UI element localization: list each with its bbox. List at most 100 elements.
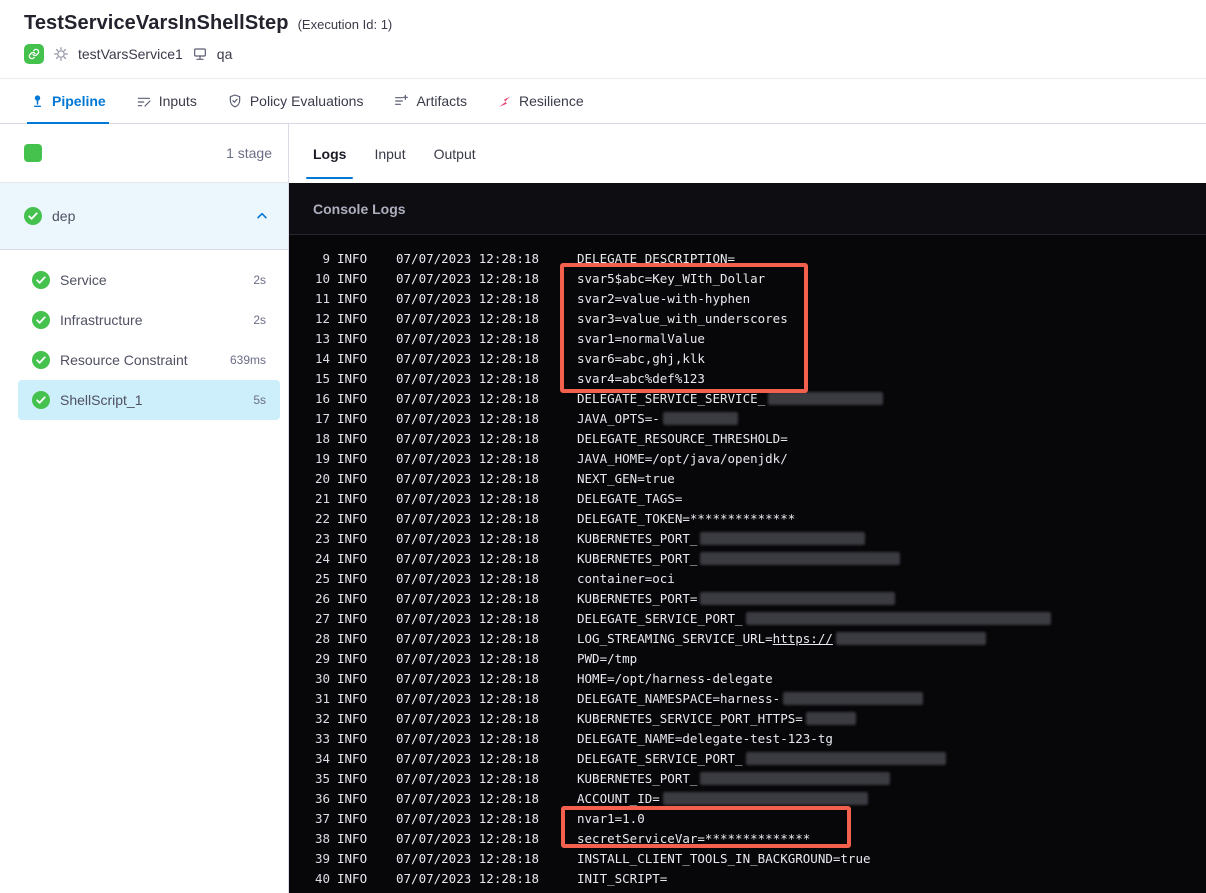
log-level: INFO: [337, 310, 368, 326]
service-name[interactable]: testVarsService1: [78, 46, 183, 62]
log-timestamp: 07/07/2023 12:28:18: [396, 650, 539, 666]
stage-count-label: 1 stage: [226, 145, 272, 161]
redacted-text: [700, 551, 901, 565]
log-line: 35 INFO 07/07/2023 12:28:18 KUBERNETES_P…: [289, 768, 1206, 788]
log-line-number: 34: [314, 750, 330, 766]
log-line: 24 INFO 07/07/2023 12:28:18 KUBERNETES_P…: [289, 548, 1206, 568]
tab-inputs[interactable]: Inputs: [136, 79, 197, 123]
console-logs-title: Console Logs: [313, 200, 406, 217]
log-line: 12 INFO 07/07/2023 12:28:18 svar3=value_…: [289, 308, 1206, 328]
tab-artifacts[interactable]: Artifacts: [393, 79, 467, 123]
log-line: 15 INFO 07/07/2023 12:28:18 svar4=abc%de…: [289, 368, 1206, 388]
log-level: INFO: [337, 850, 368, 866]
stage-summary-row[interactable]: 1 stage: [0, 124, 288, 183]
log-level: INFO: [337, 570, 368, 586]
tab-output-label: Output: [433, 145, 476, 162]
log-line-number: 17: [314, 410, 330, 426]
console-log-list[interactable]: 9 INFO 07/07/2023 12:28:18 DELEGATE_DESC…: [289, 235, 1206, 893]
log-url-link[interactable]: https://: [773, 631, 833, 646]
stage-group-name: dep: [52, 208, 76, 224]
environment-name[interactable]: qa: [217, 46, 233, 62]
log-message: KUBERNETES_PORT_: [577, 531, 1206, 546]
log-line-number: 35: [314, 770, 330, 786]
log-line: 37 INFO 07/07/2023 12:28:18 nvar1=1.0: [289, 808, 1206, 828]
log-message: DELEGATE_TOKEN=**************: [577, 510, 796, 526]
log-line: 23 INFO 07/07/2023 12:28:18 KUBERNETES_P…: [289, 528, 1206, 548]
execution-header: TestServiceVarsInShellStep (Execution Id…: [0, 0, 1206, 79]
log-message: JAVA_OPTS=-: [577, 411, 1206, 426]
log-line-number: 15: [314, 370, 330, 386]
log-level: INFO: [337, 290, 368, 306]
log-level: INFO: [337, 550, 368, 566]
log-line: 19 INFO 07/07/2023 12:28:18 JAVA_HOME=/o…: [289, 448, 1206, 468]
tab-logs[interactable]: Logs: [305, 124, 355, 183]
log-level: INFO: [337, 630, 368, 646]
log-line-number: 37: [314, 810, 330, 826]
log-line-number: 29: [314, 650, 330, 666]
pipeline-icon: [34, 94, 41, 107]
log-timestamp: 07/07/2023 12:28:18: [396, 570, 539, 586]
log-line-number: 18: [314, 430, 330, 446]
log-line: 30 INFO 07/07/2023 12:28:18 HOME=/opt/ha…: [289, 668, 1206, 688]
log-level: INFO: [337, 270, 368, 286]
tab-resilience[interactable]: Resilience: [497, 79, 584, 123]
log-message: svar2=value-with-hyphen: [577, 290, 751, 306]
log-level: INFO: [337, 350, 368, 366]
step-row-infrastructure[interactable]: Infrastructure 2s: [18, 300, 280, 340]
log-line-number: 25: [314, 570, 330, 586]
log-message: svar3=value_with_underscores: [577, 310, 788, 326]
redacted-text: [805, 711, 856, 725]
success-check-icon: [32, 391, 50, 409]
log-line: 36 INFO 07/07/2023 12:28:18 ACCOUNT_ID=: [289, 788, 1206, 808]
log-level: INFO: [337, 750, 368, 766]
log-message: DELEGATE_SERVICE_SERVICE_: [577, 391, 1206, 406]
log-level: INFO: [337, 490, 368, 506]
success-check-icon: [32, 271, 50, 289]
step-duration: 2s: [253, 313, 266, 327]
tab-policy-evaluations[interactable]: Policy Evaluations: [227, 79, 364, 123]
tab-policy-evaluations-label: Policy Evaluations: [249, 93, 364, 109]
resilience-icon: [499, 96, 511, 107]
log-line-number: 28: [314, 630, 330, 646]
log-message: INIT_SCRIPT=: [577, 870, 668, 886]
log-timestamp: 07/07/2023 12:28:18: [396, 770, 539, 786]
tab-resilience-label: Resilience: [519, 93, 584, 109]
log-level: INFO: [337, 770, 368, 786]
log-line: 28 INFO 07/07/2023 12:28:18 LOG_STREAMIN…: [289, 628, 1206, 648]
log-line: 16 INFO 07/07/2023 12:28:18 DELEGATE_SER…: [289, 388, 1206, 408]
log-timestamp: 07/07/2023 12:28:18: [396, 850, 539, 866]
console-logs-header: Console Logs: [289, 183, 1206, 235]
log-level: INFO: [337, 670, 368, 686]
chevron-up-icon[interactable]: [254, 208, 270, 224]
log-line-number: 9: [322, 250, 330, 266]
log-timestamp: 07/07/2023 12:28:18: [396, 810, 539, 826]
log-level: INFO: [337, 250, 368, 266]
log-line-number: 21: [314, 490, 330, 506]
tab-input[interactable]: Input: [374, 124, 405, 183]
step-row-service[interactable]: Service 2s: [18, 260, 280, 300]
log-timestamp: 07/07/2023 12:28:18: [396, 490, 539, 506]
log-timestamp: 07/07/2023 12:28:18: [396, 510, 539, 526]
log-line: 11 INFO 07/07/2023 12:28:18 svar2=value-…: [289, 288, 1206, 308]
tab-pipeline[interactable]: Pipeline: [27, 79, 109, 124]
tab-output[interactable]: Output: [434, 124, 476, 183]
stage-group-dep[interactable]: dep: [0, 183, 288, 250]
step-row-shellscript-1[interactable]: ShellScript_1 5s: [18, 380, 280, 420]
log-timestamp: 07/07/2023 12:28:18: [396, 590, 539, 606]
log-message: DELEGATE_NAMESPACE=harness-: [577, 691, 1206, 706]
log-timestamp: 07/07/2023 12:28:18: [396, 670, 539, 686]
step-row-resource-constraint[interactable]: Resource Constraint 639ms: [18, 340, 280, 380]
log-line-number: 14: [314, 350, 330, 366]
log-line: 27 INFO 07/07/2023 12:28:18 DELEGATE_SER…: [289, 608, 1206, 628]
log-message: DELEGATE_TAGS=: [577, 490, 683, 506]
redacted-text: [662, 791, 868, 805]
log-timestamp: 07/07/2023 12:28:18: [396, 430, 539, 446]
log-message: DELEGATE_NAME=delegate-test-123-tg: [577, 730, 833, 746]
log-message: svar5$abc=Key_WIth_Dollar: [577, 270, 766, 286]
log-line-number: 36: [314, 790, 330, 806]
log-line: 39 INFO 07/07/2023 12:28:18 INSTALL_CLIE…: [289, 848, 1206, 868]
execution-meta-row: testVarsService1 qa: [24, 44, 1182, 64]
success-check-icon: [32, 351, 50, 369]
tab-inputs-label: Inputs: [158, 93, 197, 109]
stage-status-square-icon: [24, 144, 42, 162]
